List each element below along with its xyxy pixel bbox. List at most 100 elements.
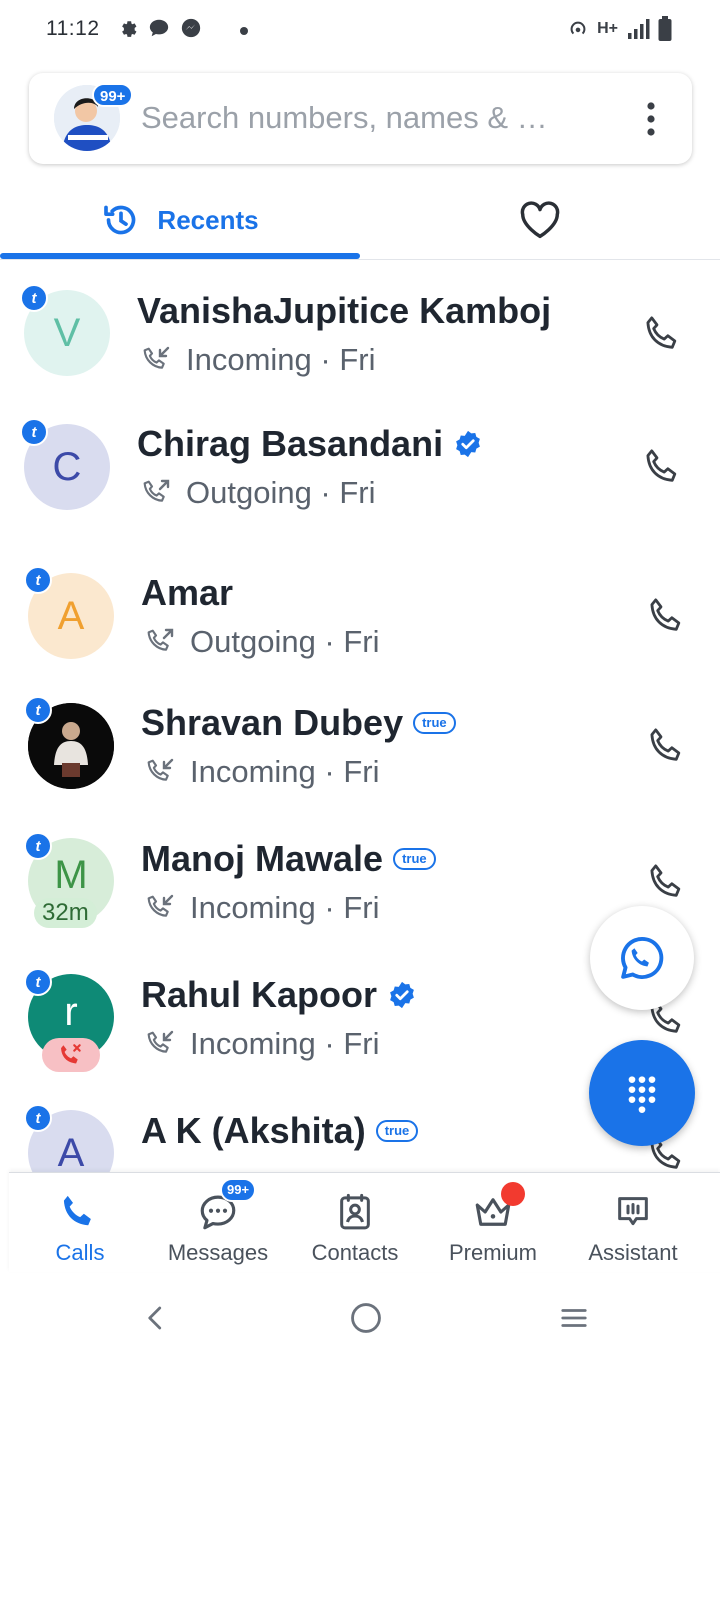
nav-messages-icon-wrap: 99+ xyxy=(196,1178,257,1234)
nav-messages[interactable]: 99+ Messages xyxy=(147,1173,289,1273)
truecaller-badge: t xyxy=(24,566,52,594)
call-button[interactable] xyxy=(640,718,696,774)
messenger-icon xyxy=(181,18,201,38)
phone-icon xyxy=(650,598,681,631)
contact-name: Amar xyxy=(141,572,234,613)
nav-messages-label: Messages xyxy=(167,1240,269,1265)
nav-calls[interactable]: Calls xyxy=(9,1173,151,1273)
incoming-call-icon xyxy=(147,758,174,781)
call-button[interactable] xyxy=(640,588,696,644)
signal-icon xyxy=(628,19,650,39)
bottom-navigation: Calls 99+ Messages Contacts Premium Assi… xyxy=(9,1172,720,1272)
call-details: Incoming · Fri xyxy=(144,1026,379,1062)
name-line: Manoj Mawale true xyxy=(141,838,436,880)
recent-calls-list[interactable]: V t VanishaJupitice Kamboj Incoming · Fr… xyxy=(0,262,720,1174)
call-status: Incoming · Fri xyxy=(186,342,376,377)
contacts-icon xyxy=(340,1193,370,1230)
contact-name: Chirag Basandani xyxy=(137,423,444,464)
nav-assistant-icon-wrap xyxy=(611,1190,655,1234)
call-button[interactable] xyxy=(640,854,696,910)
call-status: Outgoing · Fri xyxy=(186,475,376,510)
avatar-initial: A xyxy=(57,1130,85,1175)
active-tab-indicator xyxy=(0,253,360,259)
contact-name: Manoj Mawale xyxy=(141,838,384,879)
avatar-initial: C xyxy=(52,444,82,489)
true-badge: true xyxy=(393,848,436,870)
system-home-button[interactable] xyxy=(336,1288,396,1348)
tab-recents[interactable]: Recents xyxy=(0,180,360,260)
battery-icon xyxy=(658,16,672,41)
true-badge: true xyxy=(375,1120,419,1142)
whatsapp-call-button[interactable] xyxy=(590,906,694,1010)
contact-name: Rahul Kapoor xyxy=(141,974,378,1015)
incoming-call-icon xyxy=(147,1030,174,1053)
nav-calls-icon-wrap xyxy=(58,1190,102,1234)
tab-recents-label: Recents xyxy=(157,204,259,235)
contact-name: Shravan Dubey xyxy=(141,702,404,743)
search-bar[interactable]: 99+ xyxy=(29,73,692,164)
settings-icon xyxy=(122,21,137,37)
call-button[interactable] xyxy=(636,439,692,495)
outgoing-call-icon xyxy=(143,479,170,502)
truecaller-badge: t xyxy=(20,418,48,446)
back-icon xyxy=(148,1306,162,1330)
nav-assistant[interactable]: Assistant xyxy=(562,1173,704,1273)
call-status: Incoming · Fri xyxy=(190,890,380,925)
status-bar: 11:12 H+ xyxy=(0,0,720,60)
status-time: 11:12 xyxy=(46,17,100,40)
call-button[interactable] xyxy=(636,306,692,362)
call-status: Incoming · Fri xyxy=(190,1026,380,1061)
call-details: Outgoing · Fri xyxy=(144,624,380,660)
call-row[interactable]: A t Amar Outgoing · Fri xyxy=(0,546,720,682)
whatsapp-icon xyxy=(621,936,664,980)
call-details: Incoming · Fri xyxy=(144,890,379,926)
nav-contacts-icon-wrap xyxy=(333,1190,377,1234)
tab-favorites[interactable] xyxy=(360,180,720,260)
profile-notification-badge: 99+ xyxy=(92,83,134,107)
avatar-initial: M xyxy=(54,852,88,897)
home-circle-icon xyxy=(351,1303,381,1333)
phone-icon xyxy=(63,1195,91,1226)
system-recents-button[interactable] xyxy=(544,1288,604,1348)
search-input[interactable] xyxy=(141,95,601,141)
call-details: Outgoing · Fri xyxy=(140,475,376,511)
incoming-call-icon xyxy=(147,894,174,917)
outgoing-call-icon xyxy=(147,628,174,651)
dialpad-icon xyxy=(628,1076,656,1113)
avatar-initial: V xyxy=(53,310,81,355)
name-line: Rahul Kapoor xyxy=(141,974,417,1016)
call-status: Outgoing · Fri xyxy=(190,624,380,659)
recents-menu-icon xyxy=(561,1309,587,1327)
truecaller-badge: t xyxy=(24,1104,52,1132)
call-status: Incoming · Fri xyxy=(190,754,380,789)
truecaller-badge: t xyxy=(24,968,52,996)
call-row[interactable]: t Shravan Dubey true Incoming · Fri xyxy=(0,680,720,816)
call-row[interactable]: C t Chirag Basandani Outgoing · Fri xyxy=(0,396,720,532)
more-options-icon[interactable] xyxy=(646,101,656,137)
call-details: Incoming · Fri xyxy=(140,342,375,378)
true-badge: true xyxy=(413,712,456,734)
status-right-icons: H+ xyxy=(567,16,672,42)
verified-badge-icon xyxy=(390,981,414,1009)
missed-call-chip xyxy=(42,1038,100,1072)
phone-icon xyxy=(650,864,681,897)
tab-bar: Recents xyxy=(0,180,720,260)
nav-calls-label: Calls xyxy=(55,1240,105,1265)
status-left-icons xyxy=(116,17,202,39)
system-navigation-bar xyxy=(0,1272,720,1362)
nav-contacts[interactable]: Contacts xyxy=(284,1173,426,1273)
system-back-button[interactable] xyxy=(126,1288,186,1348)
call-row[interactable]: V t VanishaJupitice Kamboj Incoming · Fr… xyxy=(0,262,720,398)
nav-contacts-label: Contacts xyxy=(311,1240,399,1265)
contact-name: A K (Akshita) xyxy=(141,1110,366,1151)
network-type: H+ xyxy=(597,20,618,37)
missed-call-icon xyxy=(61,1044,81,1064)
nav-premium-icon-wrap xyxy=(471,1182,525,1234)
nav-premium[interactable]: Premium xyxy=(422,1173,564,1273)
dialpad-button[interactable] xyxy=(589,1040,695,1146)
truecaller-badge: t xyxy=(20,284,48,312)
nav-assistant-label: Assistant xyxy=(588,1240,678,1265)
phone-icon xyxy=(650,728,681,761)
hotspot-icon xyxy=(570,21,586,35)
premium-notification-dot xyxy=(501,1182,525,1206)
